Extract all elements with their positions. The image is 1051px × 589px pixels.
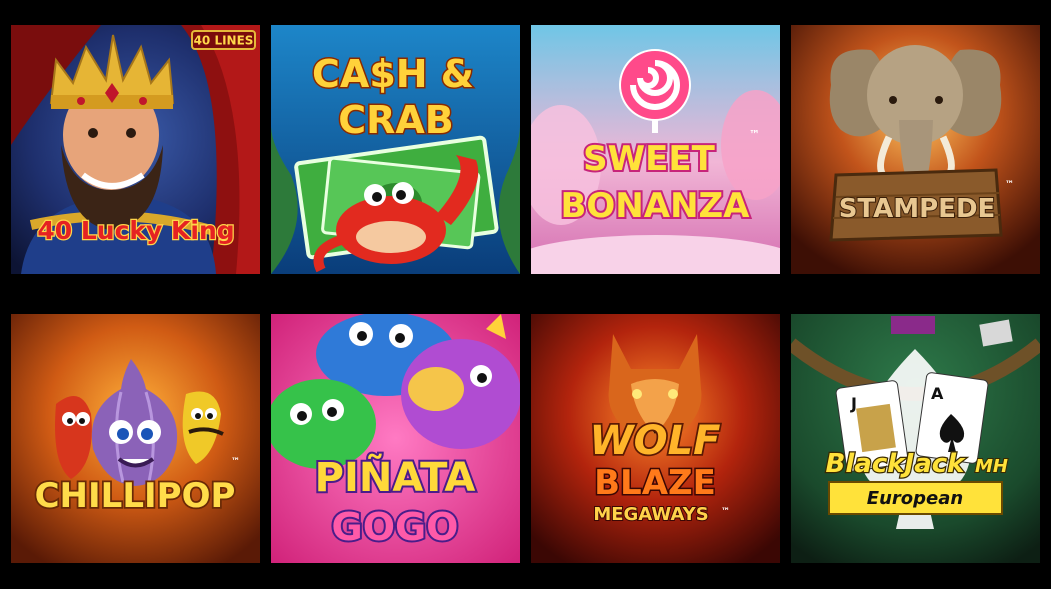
game-title: STAMPEDE xyxy=(839,194,996,224)
game-tile-sweet-bonanza[interactable]: SWEET ™ BONANZA xyxy=(531,25,780,274)
card-j: J xyxy=(850,394,857,413)
game-tile-stampede[interactable]: STAMPEDE ™ xyxy=(791,25,1040,274)
card-a: A xyxy=(931,384,944,403)
game-tile-cash-and-crab[interactable]: CA$H & CRAB xyxy=(271,25,520,274)
badge-40-lines: 40 LINES xyxy=(194,34,254,48)
game-artwork: CHILLIPOP ™ xyxy=(11,314,260,563)
game-title: CHILLIPOP xyxy=(35,476,236,516)
game-artwork: SWEET ™ BONANZA xyxy=(531,25,780,274)
game-title-line2: GOGO xyxy=(332,505,459,549)
game-title-line2: CRAB xyxy=(338,98,454,142)
game-artwork: STAMPEDE ™ xyxy=(791,25,1040,274)
game-title-line3: MEGAWAYS xyxy=(593,504,708,525)
game-tile-pinata-gogo[interactable]: PIÑATA GOGO xyxy=(271,314,520,563)
game-tile-wolf-blaze-megaways[interactable]: WOLF BLAZE MEGAWAYS ™ xyxy=(531,314,780,563)
game-title-suffix: MH xyxy=(975,456,1008,477)
trademark: ™ xyxy=(231,457,240,467)
trademark: ™ xyxy=(749,128,760,141)
game-artwork: CA$H & CRAB xyxy=(271,25,520,274)
game-tile-blackjack-mh-european[interactable]: J A BlackJack MH European xyxy=(791,314,1040,563)
game-subtitle: European xyxy=(867,488,963,509)
game-tile-40-lucky-king[interactable]: 40 LINES 40 Lucky King xyxy=(11,25,260,274)
game-title-line1: PIÑATA xyxy=(315,453,476,501)
game-title: 40 Lucky King xyxy=(37,216,234,245)
game-title-line1: SWEET xyxy=(583,139,715,179)
trademark: ™ xyxy=(721,507,730,517)
game-title-line1: CA$H & xyxy=(312,52,474,96)
trademark: ™ xyxy=(1005,180,1014,190)
game-artwork: 40 LINES 40 Lucky King xyxy=(11,25,260,274)
game-artwork: J A BlackJack MH European xyxy=(791,314,1040,563)
game-title-line1: WOLF xyxy=(590,418,721,464)
game-title: BlackJack xyxy=(826,449,967,479)
game-title-line2: BLAZE xyxy=(594,463,716,503)
game-title-line2: BONANZA xyxy=(560,186,750,226)
game-artwork: WOLF BLAZE MEGAWAYS ™ xyxy=(531,314,780,563)
game-tile-chillipop[interactable]: CHILLIPOP ™ xyxy=(11,314,260,563)
game-artwork: PIÑATA GOGO xyxy=(271,314,520,563)
